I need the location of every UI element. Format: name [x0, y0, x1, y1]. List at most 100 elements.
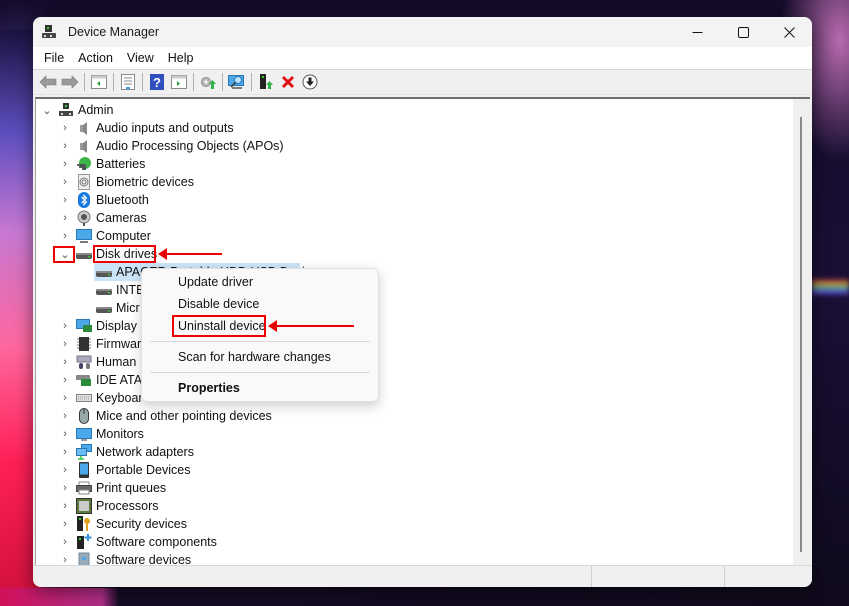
chevron-right-icon[interactable]: › [58, 554, 72, 565]
chevron-right-icon[interactable]: › [58, 212, 72, 224]
tree-category-audio-inputs[interactable]: › Audio inputs and outputs [58, 119, 234, 137]
enable-device-button[interactable] [255, 71, 277, 93]
chevron-right-icon[interactable]: › [58, 122, 72, 134]
context-menu-separator [150, 341, 370, 342]
update-driver-button[interactable] [197, 71, 219, 93]
computer-icon [76, 228, 92, 244]
close-button[interactable] [766, 17, 812, 47]
chevron-right-icon[interactable]: › [58, 392, 72, 404]
tree-category-cameras[interactable]: › Cameras [58, 209, 147, 227]
toolbar-separator [222, 73, 223, 91]
chevron-right-icon[interactable]: › [58, 536, 72, 548]
chevron-right-icon[interactable]: › [58, 410, 72, 422]
tree-label: Audio inputs and outputs [96, 121, 234, 135]
tree-label: Computer [96, 229, 151, 243]
menu-file[interactable]: File [37, 51, 71, 65]
tree-category-print-queues[interactable]: › Print queues [58, 479, 166, 497]
show-hide-console-tree-button[interactable] [88, 71, 110, 93]
context-menu-scan-hardware[interactable]: Scan for hardware changes [178, 350, 331, 364]
enable-device-icon [260, 74, 273, 89]
tree-label: IDE ATA/ [96, 373, 146, 387]
scan-hardware-icon [228, 75, 244, 89]
tree-category-portable-devices[interactable]: › Portable Devices [58, 461, 191, 479]
tree-category-monitors[interactable]: › Monitors [58, 425, 144, 443]
device-manager-icon [42, 24, 58, 40]
chevron-right-icon[interactable]: › [58, 320, 72, 332]
tree-category-mice[interactable]: › Mice and other pointing devices [58, 407, 272, 425]
menu-action[interactable]: Action [71, 51, 120, 65]
tree-label: Security devices [96, 517, 188, 531]
tree-category-biometric[interactable]: › Biometric devices [58, 173, 194, 191]
camera-icon [76, 210, 92, 226]
chevron-right-icon[interactable]: › [58, 356, 72, 368]
help-button[interactable]: ? [146, 71, 168, 93]
forward-button[interactable] [59, 71, 81, 93]
disable-device-button[interactable] [299, 71, 321, 93]
chevron-right-icon[interactable]: › [58, 176, 72, 188]
context-menu-separator [150, 372, 370, 373]
tree-label: Micr [116, 301, 140, 315]
update-driver-icon [201, 77, 216, 89]
context-menu-update-driver[interactable]: Update driver [178, 275, 253, 289]
tree-category-batteries[interactable]: › Batteries [58, 155, 145, 173]
network-icon [76, 444, 92, 460]
firmware-icon [76, 336, 92, 352]
mouse-icon [76, 408, 92, 424]
chevron-right-icon[interactable]: › [58, 194, 72, 206]
tree-device-micr[interactable]: Micr [96, 299, 140, 317]
show-action-pane-button[interactable] [168, 71, 190, 93]
tree-category-security-devices[interactable]: › Security devices [58, 515, 187, 533]
tree-device-intel[interactable]: INTE [96, 281, 144, 299]
back-button[interactable] [37, 71, 59, 93]
annotation-arrow-disk-drives [158, 248, 222, 260]
tree-category-processors[interactable]: › Processors [58, 497, 159, 515]
chevron-right-icon[interactable]: › [58, 374, 72, 386]
menu-help[interactable]: Help [161, 51, 201, 65]
menu-view[interactable]: View [120, 51, 161, 65]
chevron-right-icon[interactable]: › [58, 464, 72, 476]
context-menu-properties[interactable]: Properties [178, 381, 240, 395]
chevron-right-icon[interactable]: › [58, 230, 72, 242]
tree-category-network-adapters[interactable]: › Network adapters [58, 443, 194, 461]
tree-label: Audio Processing Objects (APOs) [96, 139, 284, 153]
tree-category-firmware[interactable]: › Firmwar [58, 335, 141, 353]
toolbar-separator [251, 73, 252, 91]
maximize-button[interactable] [720, 17, 766, 47]
tree-category-ide-ata[interactable]: › IDE ATA/ [58, 371, 146, 389]
tree-category-software-components[interactable]: › Software components [58, 533, 217, 551]
tree-category-human-interface[interactable]: › Human [58, 353, 136, 371]
chevron-right-icon[interactable]: › [58, 428, 72, 440]
chevron-right-icon[interactable]: › [58, 158, 72, 170]
vertical-scrollbar[interactable] [793, 99, 810, 565]
disk-drive-icon [96, 300, 112, 316]
properties-button[interactable] [117, 71, 139, 93]
chevron-right-icon[interactable]: › [58, 140, 72, 152]
tree-category-software-devices[interactable]: › Software devices [58, 551, 191, 565]
toolbar-separator [193, 73, 194, 91]
minimize-button[interactable] [674, 17, 720, 47]
scrollbar-thumb[interactable] [800, 117, 802, 552]
tree-category-display-adapters[interactable]: › Display a [58, 317, 147, 335]
title-bar[interactable]: Device Manager [33, 17, 812, 47]
console-tree-icon [91, 75, 107, 89]
tree-category-keyboards[interactable]: › Keyboar [58, 389, 142, 407]
desktop-wallpaper-bottom [0, 588, 849, 606]
chevron-right-icon[interactable]: › [58, 338, 72, 350]
uninstall-device-button[interactable] [277, 71, 299, 93]
tree-category-computer[interactable]: › Computer [58, 227, 151, 245]
context-menu-disable-device[interactable]: Disable device [178, 297, 259, 311]
tree-category-apos[interactable]: › Audio Processing Objects (APOs) [58, 137, 284, 155]
tree-label: Network adapters [96, 445, 194, 459]
tree-root-admin[interactable]: ⌄ Admin [40, 101, 113, 119]
chevron-down-icon[interactable]: ⌄ [40, 104, 54, 117]
tree-label: Firmwar [96, 337, 142, 351]
chevron-right-icon[interactable]: › [58, 446, 72, 458]
chevron-right-icon[interactable]: › [58, 500, 72, 512]
chevron-right-icon[interactable]: › [58, 482, 72, 494]
scan-hardware-button[interactable] [226, 71, 248, 93]
chevron-right-icon[interactable]: › [58, 518, 72, 530]
status-pane-main [33, 566, 592, 587]
tree-category-bluetooth[interactable]: › Bluetooth [58, 191, 149, 209]
tree-label: Mice and other pointing devices [96, 409, 272, 423]
ide-icon [76, 372, 92, 388]
